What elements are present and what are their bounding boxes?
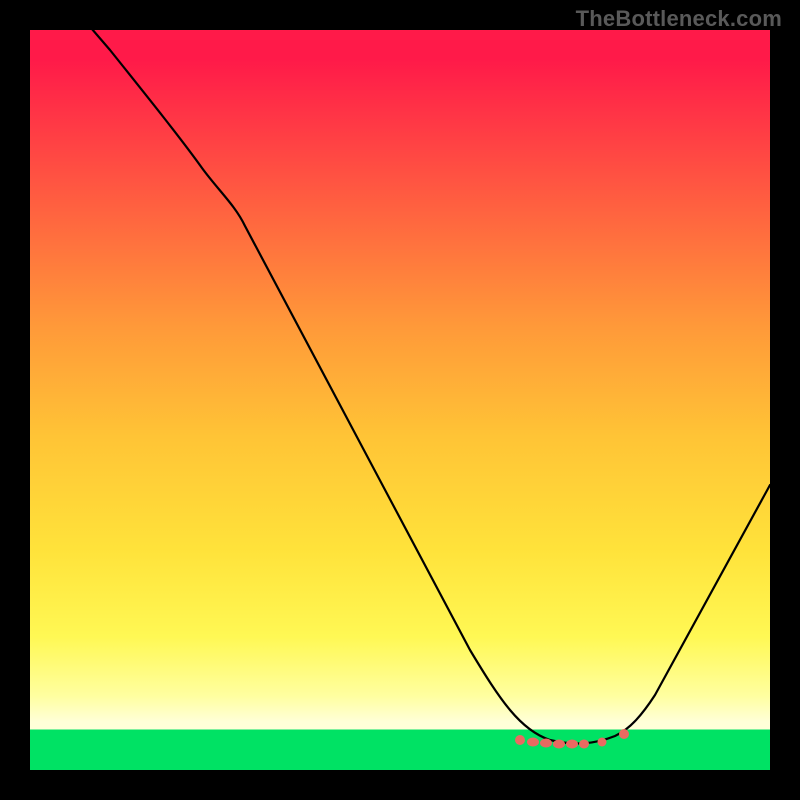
chart-inner — [30, 30, 770, 770]
curve-marker — [598, 738, 607, 747]
watermark-text: TheBottleneck.com — [576, 6, 782, 32]
curve-marker — [540, 739, 552, 748]
chart-curve-svg — [30, 30, 770, 770]
chart-curve-path — [67, 30, 770, 743]
curve-marker — [619, 729, 629, 739]
curve-marker — [515, 735, 525, 745]
curve-marker — [566, 740, 578, 749]
curve-marker — [553, 740, 565, 749]
curve-marker — [579, 740, 589, 749]
curve-marker — [527, 738, 539, 747]
chart-area — [30, 30, 770, 770]
